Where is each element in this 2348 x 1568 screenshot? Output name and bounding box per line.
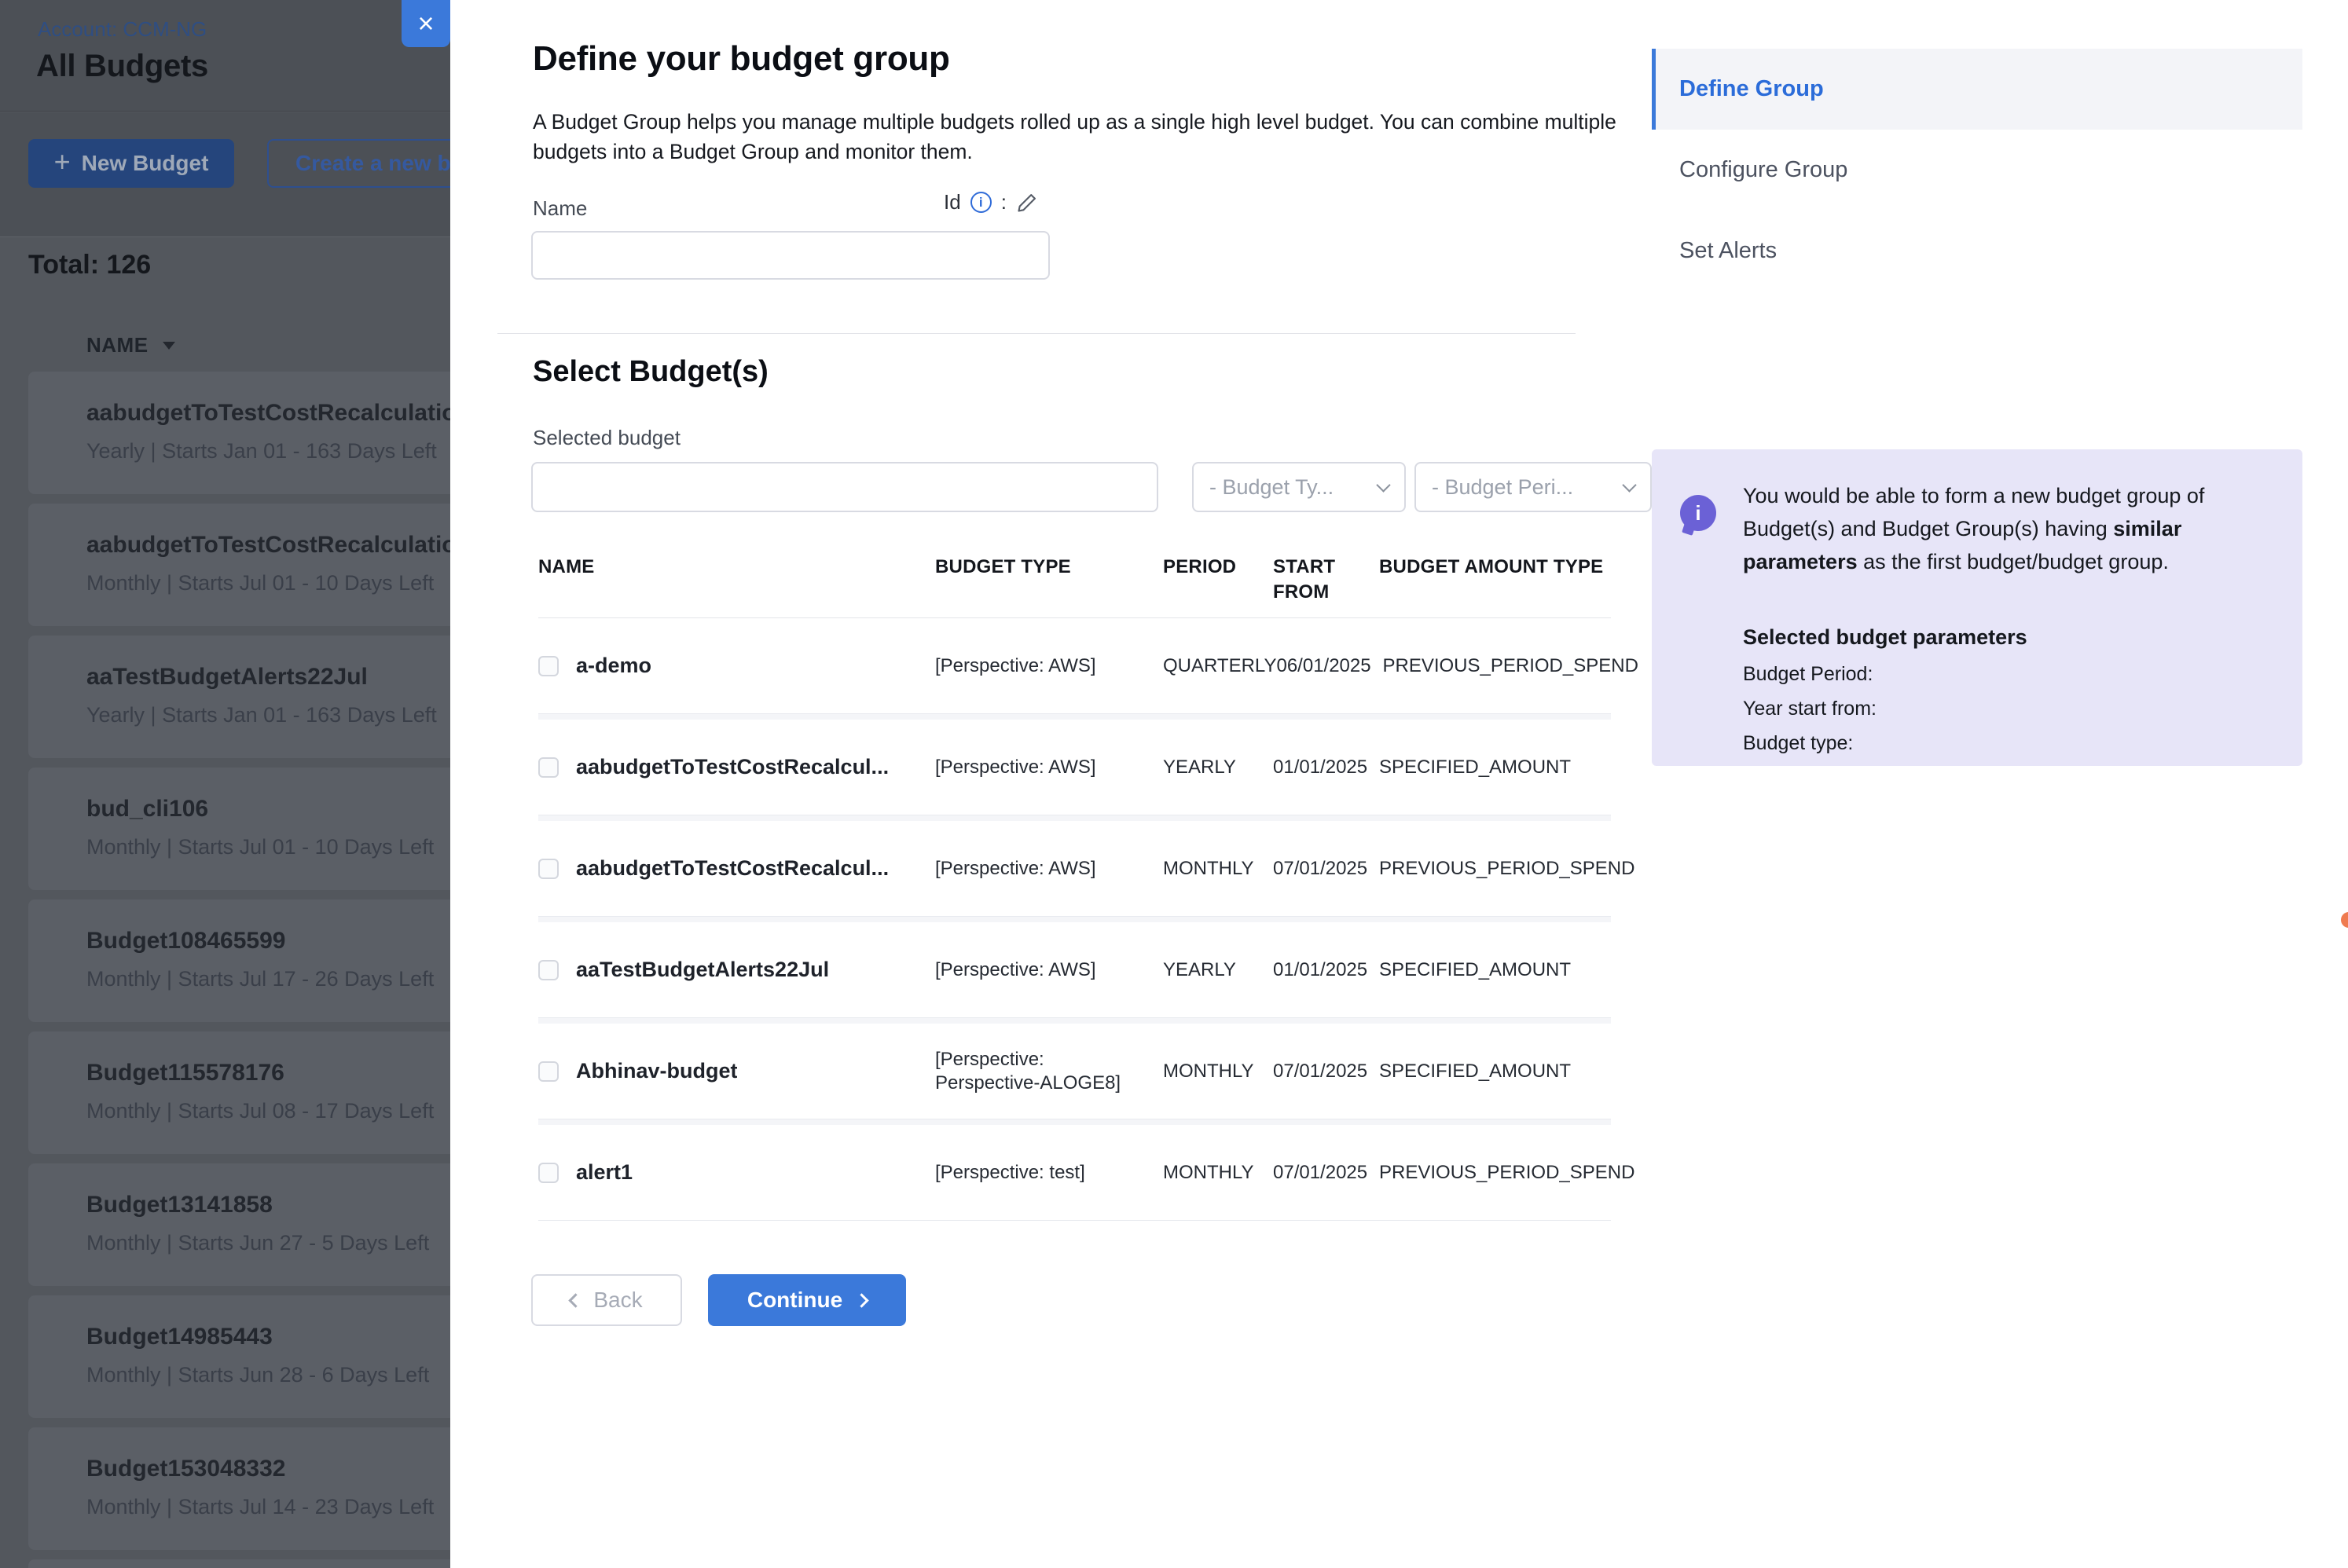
back-label: Back	[593, 1288, 642, 1313]
row-start-from: 01/01/2025	[1273, 757, 1379, 779]
row-gap	[538, 1018, 1611, 1024]
row-checkbox[interactable]	[538, 757, 559, 778]
table-row[interactable]: a-demo [Perspective: AWS] QUARTERLY 06/0…	[538, 618, 1611, 714]
drawer-title: Define your budget group	[533, 39, 950, 79]
header-budget-type: BUDGET TYPE	[935, 555, 1163, 580]
row-amount-type: PREVIOUS_PERIOD_SPEND	[1379, 1162, 1634, 1184]
chevron-down-icon	[1376, 478, 1390, 492]
row-start-from: 07/01/2025	[1273, 1061, 1379, 1083]
table-row[interactable]: aabudgetToTestCostRecalcul... [Perspecti…	[538, 821, 1611, 917]
header-budget-amount-type: BUDGET AMOUNT TYPE	[1379, 555, 1609, 580]
row-period: MONTHLY	[1163, 1061, 1273, 1083]
row-period: YEARLY	[1163, 959, 1273, 981]
row-checkbox[interactable]	[538, 859, 559, 879]
row-checkbox[interactable]	[538, 960, 559, 980]
table-row[interactable]: aaTestBudgetAlerts22Jul [Perspective: AW…	[538, 922, 1611, 1018]
row-checkbox[interactable]	[538, 656, 559, 676]
id-info-icon[interactable]: i	[970, 192, 992, 213]
modal-scrim[interactable]	[0, 0, 450, 1568]
row-amount-type: SPECIFIED_AMOUNT	[1379, 757, 1609, 779]
row-amount-type: SPECIFIED_AMOUNT	[1379, 959, 1609, 981]
row-gap	[538, 1119, 1611, 1125]
id-label: Id	[944, 190, 961, 214]
row-amount-type: SPECIFIED_AMOUNT	[1379, 1061, 1609, 1083]
row-period: QUARTERLY	[1163, 655, 1276, 677]
row-amount-type: PREVIOUS_PERIOD_SPEND	[1379, 858, 1634, 880]
back-button[interactable]: Back	[531, 1274, 682, 1326]
selected-budget-label: Selected budget	[533, 426, 681, 450]
header-name: NAME	[538, 555, 935, 580]
row-start-from: 07/01/2025	[1273, 858, 1379, 880]
row-start-from: 07/01/2025	[1273, 1162, 1379, 1184]
chevron-right-icon	[854, 1293, 868, 1307]
close-icon[interactable]: ×	[402, 0, 450, 47]
row-budget-type: [Perspective: AWS]	[935, 857, 1163, 881]
budget-type-select-value: - Budget Ty...	[1209, 475, 1334, 500]
row-budget-type: [Perspective: test]	[935, 1161, 1163, 1185]
info-message-part2: as the first budget/budget group.	[1858, 550, 2169, 573]
row-start-from: 06/01/2025	[1276, 655, 1382, 677]
param-year-start: Year start from:	[1743, 698, 1877, 720]
header-start-from: START FROM	[1273, 555, 1379, 605]
table-row[interactable]: Abhinav-budget [Perspective: Perspective…	[538, 1024, 1611, 1119]
row-budget-type: [Perspective: AWS]	[935, 654, 1163, 678]
row-gap	[538, 917, 1611, 922]
continue-label: Continue	[747, 1288, 842, 1313]
all-budgets-page: Account: CCM-NG All Budgets + New Budget…	[0, 0, 450, 1568]
edit-icon[interactable]	[1016, 192, 1038, 214]
budget-group-wizard-screen: Account: CCM-NG All Budgets + New Budget…	[0, 0, 2348, 1568]
row-name: Abhinav-budget	[576, 1059, 737, 1083]
step-define-group[interactable]: Define Group	[1652, 49, 2302, 130]
row-gap	[538, 714, 1611, 720]
drawer-description: A Budget Group helps you manage multiple…	[533, 107, 1633, 167]
section-divider	[497, 333, 1576, 334]
row-gap	[538, 815, 1611, 821]
group-name-input[interactable]	[531, 231, 1050, 280]
header-period: PERIOD	[1163, 555, 1273, 580]
chevron-left-icon	[569, 1293, 583, 1307]
row-checkbox[interactable]	[538, 1061, 559, 1082]
row-budget-type: [Perspective: AWS]	[935, 958, 1163, 982]
budgets-table: NAME BUDGET TYPE PERIOD START FROM BUDGE…	[538, 555, 1611, 1221]
row-budget-type: [Perspective: Perspective-ALOGE8]	[935, 1048, 1163, 1095]
step-set-alerts[interactable]: Set Alerts	[1652, 211, 2302, 291]
budget-type-select[interactable]: - Budget Ty...	[1192, 462, 1406, 512]
table-header: NAME BUDGET TYPE PERIOD START FROM BUDGE…	[538, 555, 1611, 618]
name-field-label: Name	[533, 196, 587, 221]
budget-period-select-value: - Budget Peri...	[1432, 475, 1573, 500]
table-row[interactable]: aabudgetToTestCostRecalcul... [Perspecti…	[538, 720, 1611, 815]
row-name: alert1	[576, 1160, 633, 1185]
info-panel: i You would be able to form a new budget…	[1652, 449, 2302, 766]
id-cluster: Id i :	[944, 190, 1050, 214]
select-budgets-title: Select Budget(s)	[533, 355, 769, 389]
wizard-stepper: Define Group Configure Group Set Alerts	[1652, 49, 2302, 291]
param-budget-type: Budget type:	[1743, 732, 1853, 755]
info-bubble-icon: i	[1680, 495, 1716, 531]
continue-button[interactable]: Continue	[708, 1274, 906, 1326]
row-period: YEARLY	[1163, 757, 1273, 779]
row-start-from: 01/01/2025	[1273, 959, 1379, 981]
param-budget-period: Budget Period:	[1743, 663, 1873, 686]
row-name: a-demo	[576, 654, 651, 678]
table-row[interactable]: alert1 [Perspective: test] MONTHLY 07/01…	[538, 1125, 1611, 1221]
budget-search-input[interactable]	[531, 462, 1158, 512]
row-name: aabudgetToTestCostRecalcul...	[576, 856, 889, 881]
row-budget-type: [Perspective: AWS]	[935, 756, 1163, 779]
budget-period-select[interactable]: - Budget Peri...	[1414, 462, 1652, 512]
chevron-down-icon	[1622, 478, 1636, 492]
id-colon: :	[1001, 190, 1007, 214]
row-period: MONTHLY	[1163, 858, 1273, 880]
row-checkbox[interactable]	[538, 1163, 559, 1183]
selected-params-title: Selected budget parameters	[1743, 625, 2027, 650]
info-message: You would be able to form a new budget g…	[1743, 479, 2258, 578]
row-period: MONTHLY	[1163, 1162, 1273, 1184]
budget-group-drawer: × Define your budget group A Budget Grou…	[450, 0, 2348, 1568]
row-name: aabudgetToTestCostRecalcul...	[576, 755, 889, 779]
step-configure-group[interactable]: Configure Group	[1652, 130, 2302, 211]
row-amount-type: PREVIOUS_PERIOD_SPEND	[1382, 655, 1638, 677]
row-name: aaTestBudgetAlerts22Jul	[576, 958, 829, 982]
